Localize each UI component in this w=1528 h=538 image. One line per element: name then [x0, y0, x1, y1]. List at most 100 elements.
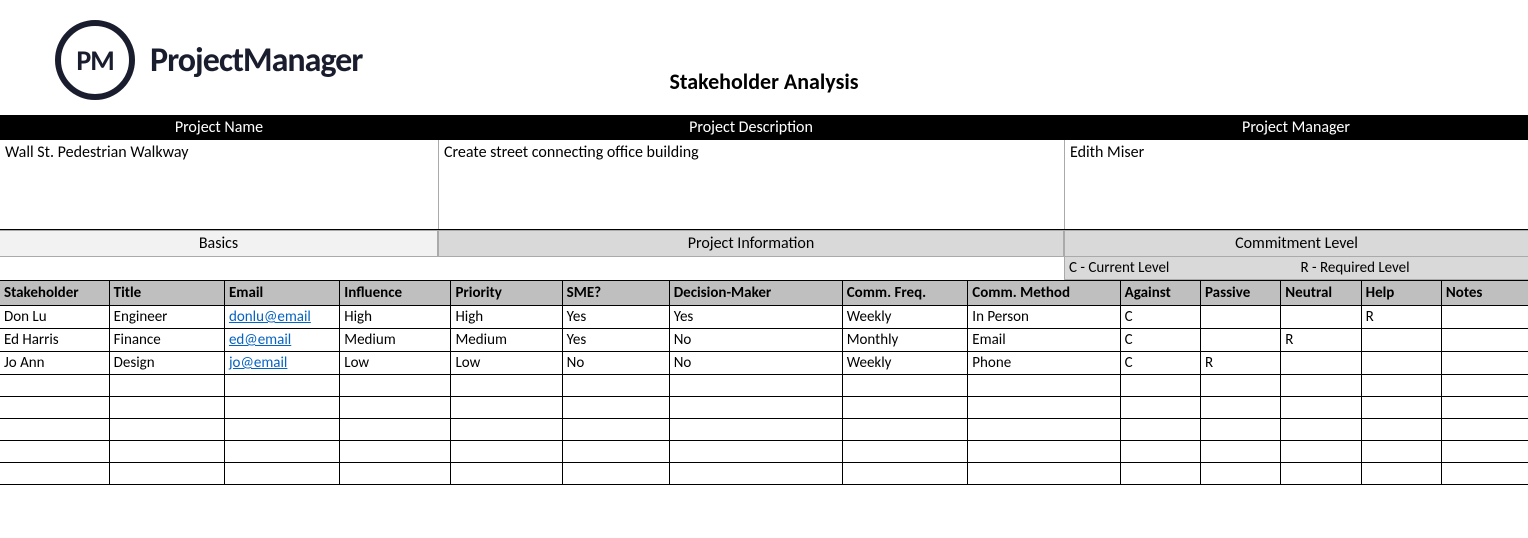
cell-help[interactable]	[1361, 441, 1441, 463]
cell-priority[interactable]	[451, 441, 562, 463]
cell-comm_method[interactable]	[968, 375, 1120, 397]
cell-email[interactable]	[224, 397, 339, 419]
cell-comm_method[interactable]: Phone	[968, 352, 1120, 375]
cell-against[interactable]: C	[1120, 352, 1200, 375]
cell-decision_maker[interactable]: No	[669, 352, 842, 375]
cell-influence[interactable]: Medium	[340, 329, 451, 352]
cell-priority[interactable]: Low	[451, 352, 562, 375]
cell-notes[interactable]	[1441, 329, 1528, 352]
cell-stakeholder[interactable]	[0, 441, 109, 463]
cell-comm_method[interactable]	[968, 441, 1120, 463]
cell-notes[interactable]	[1441, 441, 1528, 463]
cell-comm_method[interactable]	[968, 419, 1120, 441]
cell-email[interactable]: donlu@email	[224, 306, 339, 329]
cell-comm_freq[interactable]	[842, 375, 968, 397]
cell-passive[interactable]	[1200, 375, 1280, 397]
cell-decision_maker[interactable]	[669, 375, 842, 397]
cell-priority[interactable]: High	[451, 306, 562, 329]
cell-against[interactable]	[1120, 375, 1200, 397]
cell-comm_freq[interactable]	[842, 397, 968, 419]
cell-notes[interactable]	[1441, 419, 1528, 441]
cell-help[interactable]	[1361, 352, 1441, 375]
cell-help[interactable]	[1361, 463, 1441, 485]
cell-notes[interactable]	[1441, 375, 1528, 397]
cell-decision_maker[interactable]: Yes	[669, 306, 842, 329]
cell-sme[interactable]	[562, 375, 669, 397]
cell-email[interactable]	[224, 441, 339, 463]
project-name-value[interactable]: Wall St. Pedestrian Walkway	[0, 140, 438, 229]
cell-passive[interactable]	[1200, 441, 1280, 463]
cell-decision_maker[interactable]	[669, 463, 842, 485]
cell-influence[interactable]	[340, 375, 451, 397]
cell-comm_freq[interactable]: Weekly	[842, 306, 968, 329]
cell-title[interactable]	[109, 375, 224, 397]
cell-title[interactable]	[109, 419, 224, 441]
cell-comm_freq[interactable]: Weekly	[842, 352, 968, 375]
cell-comm_method[interactable]	[968, 463, 1120, 485]
cell-email[interactable]	[224, 375, 339, 397]
cell-neutral[interactable]: R	[1281, 329, 1361, 352]
cell-email[interactable]: ed@email	[224, 329, 339, 352]
cell-stakeholder[interactable]: Don Lu	[0, 306, 109, 329]
cell-email[interactable]: jo@email	[224, 352, 339, 375]
cell-against[interactable]: C	[1120, 306, 1200, 329]
cell-influence[interactable]: Low	[340, 352, 451, 375]
email-link[interactable]: ed@email	[229, 331, 291, 349]
cell-passive[interactable]	[1200, 306, 1280, 329]
cell-priority[interactable]	[451, 397, 562, 419]
cell-influence[interactable]	[340, 463, 451, 485]
cell-title[interactable]	[109, 397, 224, 419]
cell-influence[interactable]: High	[340, 306, 451, 329]
cell-against[interactable]: C	[1120, 329, 1200, 352]
cell-help[interactable]	[1361, 375, 1441, 397]
cell-help[interactable]	[1361, 329, 1441, 352]
cell-sme[interactable]	[562, 419, 669, 441]
cell-influence[interactable]	[340, 419, 451, 441]
cell-sme[interactable]	[562, 463, 669, 485]
cell-help[interactable]: R	[1361, 306, 1441, 329]
cell-neutral[interactable]	[1281, 375, 1361, 397]
cell-influence[interactable]	[340, 441, 451, 463]
cell-title[interactable]	[109, 463, 224, 485]
cell-title[interactable]	[109, 441, 224, 463]
cell-neutral[interactable]	[1281, 352, 1361, 375]
cell-title[interactable]: Design	[109, 352, 224, 375]
cell-passive[interactable]	[1200, 419, 1280, 441]
cell-against[interactable]	[1120, 463, 1200, 485]
cell-notes[interactable]	[1441, 306, 1528, 329]
cell-comm_freq[interactable]	[842, 441, 968, 463]
cell-email[interactable]	[224, 419, 339, 441]
cell-help[interactable]	[1361, 419, 1441, 441]
cell-stakeholder[interactable]: Ed Harris	[0, 329, 109, 352]
cell-notes[interactable]	[1441, 463, 1528, 485]
cell-stakeholder[interactable]	[0, 375, 109, 397]
cell-sme[interactable]	[562, 441, 669, 463]
cell-neutral[interactable]	[1281, 306, 1361, 329]
cell-comm_freq[interactable]	[842, 419, 968, 441]
cell-influence[interactable]	[340, 397, 451, 419]
cell-decision_maker[interactable]	[669, 397, 842, 419]
cell-notes[interactable]	[1441, 397, 1528, 419]
cell-neutral[interactable]	[1281, 419, 1361, 441]
cell-neutral[interactable]	[1281, 441, 1361, 463]
cell-priority[interactable]	[451, 375, 562, 397]
cell-decision_maker[interactable]	[669, 419, 842, 441]
cell-priority[interactable]: Medium	[451, 329, 562, 352]
cell-decision_maker[interactable]	[669, 441, 842, 463]
email-link[interactable]: donlu@email	[229, 308, 311, 326]
cell-title[interactable]: Engineer	[109, 306, 224, 329]
cell-against[interactable]	[1120, 419, 1200, 441]
cell-sme[interactable]: Yes	[562, 329, 669, 352]
cell-email[interactable]	[224, 463, 339, 485]
cell-sme[interactable]: Yes	[562, 306, 669, 329]
cell-against[interactable]	[1120, 397, 1200, 419]
cell-help[interactable]	[1361, 397, 1441, 419]
project-manager-value[interactable]: Edith Miser	[1064, 140, 1528, 229]
cell-stakeholder[interactable]	[0, 463, 109, 485]
cell-priority[interactable]	[451, 463, 562, 485]
cell-title[interactable]: Finance	[109, 329, 224, 352]
email-link[interactable]: jo@email	[229, 354, 287, 372]
cell-sme[interactable]	[562, 397, 669, 419]
cell-passive[interactable]	[1200, 397, 1280, 419]
cell-priority[interactable]	[451, 419, 562, 441]
